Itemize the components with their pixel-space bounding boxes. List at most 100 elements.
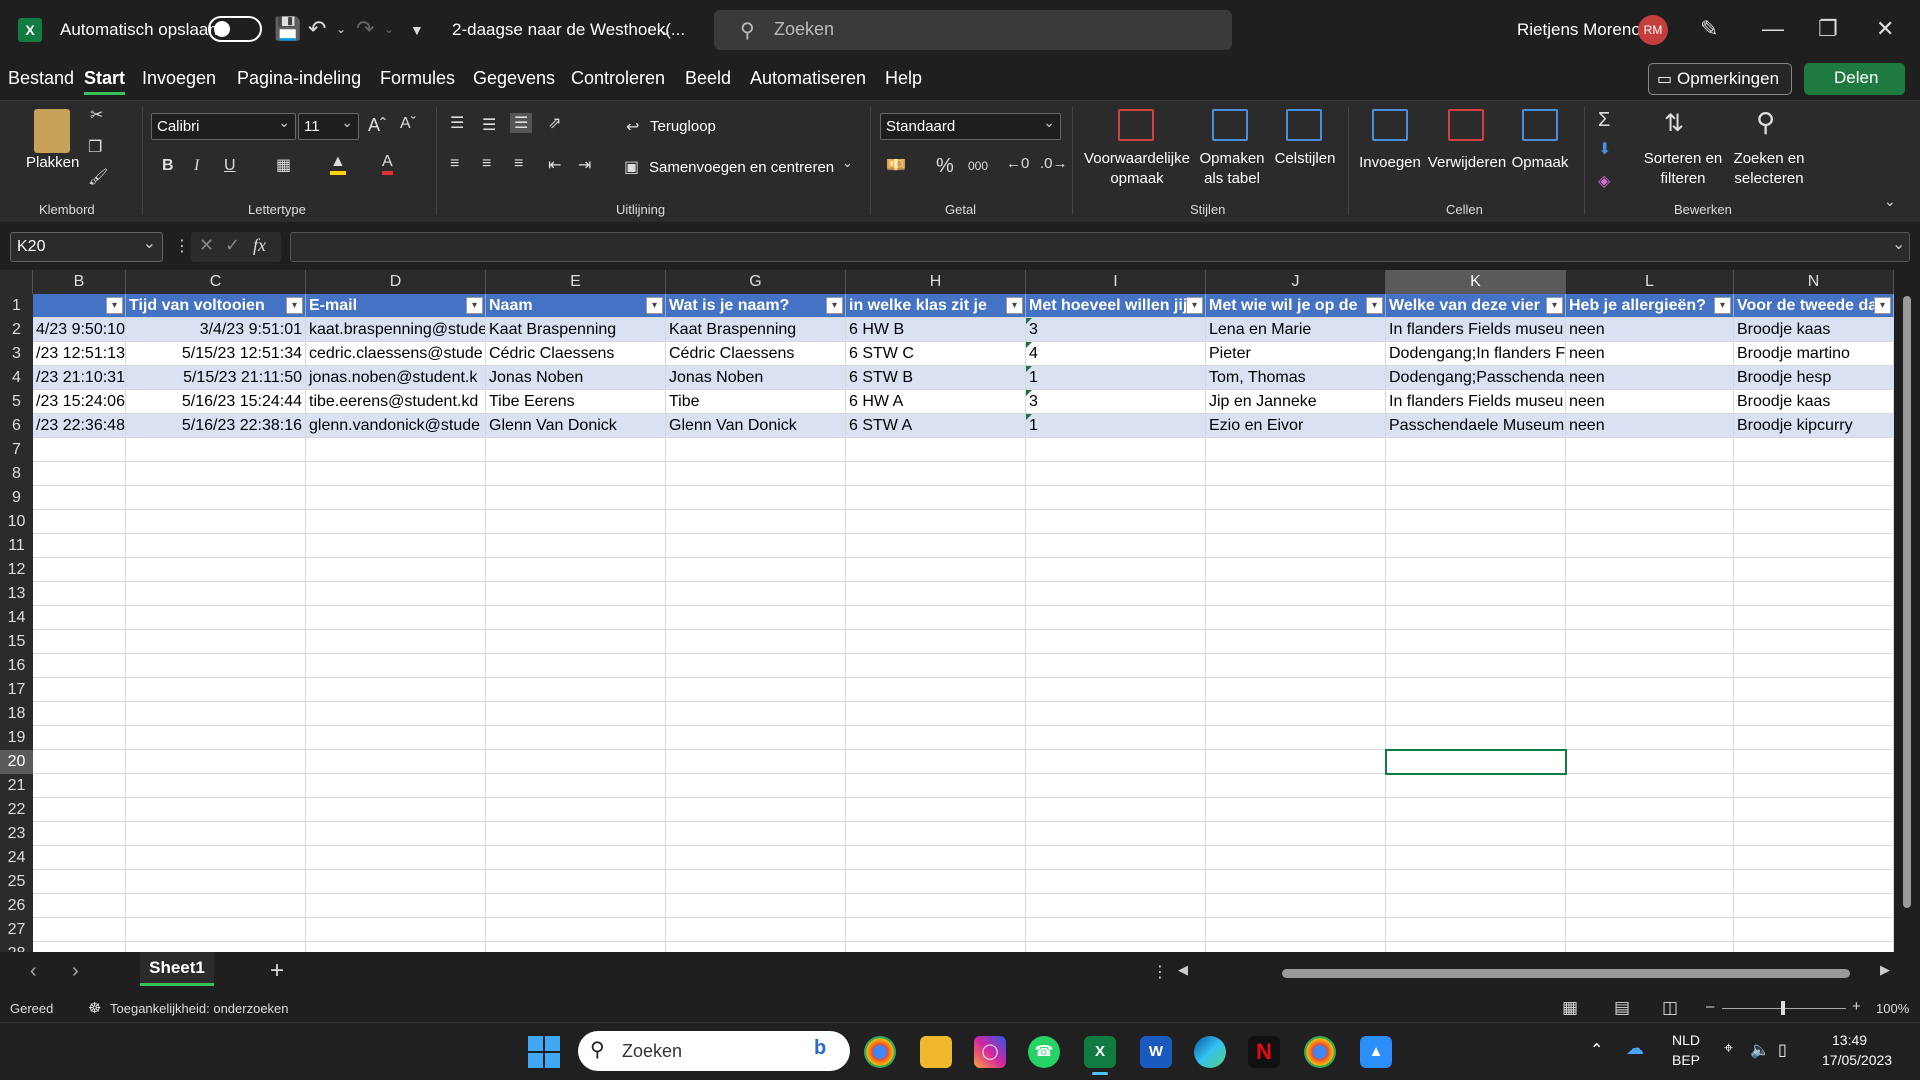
table-header-cell[interactable]: Heb je allergieën? ▾ (1566, 294, 1734, 318)
table-cell[interactable]: Broodje martino (1734, 342, 1894, 366)
chrome-profile-icon[interactable] (1304, 1036, 1336, 1068)
empty-cell[interactable] (846, 558, 1026, 582)
empty-cell[interactable] (846, 918, 1026, 942)
empty-cell[interactable] (126, 750, 306, 774)
empty-cell[interactable] (1566, 846, 1734, 870)
empty-cell[interactable] (846, 942, 1026, 952)
clear-icon[interactable]: ◈ (1598, 171, 1610, 191)
empty-cell[interactable] (1386, 438, 1566, 462)
table-cell[interactable]: Ezio en Eivor (1206, 414, 1386, 438)
row-header-14[interactable]: 14 (0, 606, 33, 630)
empty-cell[interactable] (1026, 774, 1206, 798)
find-select-button[interactable]: Zoeken en selecteren (1726, 149, 1812, 189)
empty-cell[interactable] (33, 726, 126, 750)
empty-cell[interactable] (126, 774, 306, 798)
empty-cell[interactable] (1206, 774, 1386, 798)
empty-cell[interactable] (486, 654, 666, 678)
font-color-icon[interactable]: A (382, 153, 393, 175)
empty-cell[interactable] (306, 558, 486, 582)
empty-cell[interactable] (1566, 534, 1734, 558)
empty-cell[interactable] (306, 606, 486, 630)
table-cell[interactable]: Jonas Noben (666, 366, 846, 390)
cell-styles-icon[interactable] (1286, 109, 1322, 141)
empty-cell[interactable] (1206, 870, 1386, 894)
row-header-6[interactable]: 6 (0, 414, 33, 438)
filter-dropdown-icon[interactable]: ▾ (286, 297, 303, 314)
empty-cell[interactable] (846, 510, 1026, 534)
align-top-icon[interactable]: ☰ (450, 113, 464, 133)
empty-cell[interactable] (666, 702, 846, 726)
empty-cell[interactable] (1206, 558, 1386, 582)
cut-icon[interactable]: ✂ (90, 105, 103, 125)
empty-cell[interactable] (846, 582, 1026, 606)
empty-cell[interactable] (33, 870, 126, 894)
empty-cell[interactable] (1734, 942, 1894, 952)
empty-cell[interactable] (846, 462, 1026, 486)
empty-cell[interactable] (1566, 558, 1734, 582)
enter-icon[interactable]: ✓ (225, 235, 240, 256)
empty-cell[interactable] (306, 534, 486, 558)
table-header-cell[interactable]: Wat is je naam? ▾ (666, 294, 846, 318)
empty-cell[interactable] (1734, 654, 1894, 678)
font-size-select[interactable]: 11 (298, 113, 359, 140)
empty-cell[interactable] (1734, 462, 1894, 486)
customize-toolbar-icon[interactable]: ▼ (410, 22, 424, 38)
zoom-level[interactable]: 100% (1876, 1001, 1909, 1016)
empty-cell[interactable] (666, 534, 846, 558)
borders-icon[interactable]: ▦ (276, 155, 291, 175)
empty-cell[interactable] (306, 846, 486, 870)
insert-cells-icon[interactable] (1372, 109, 1408, 141)
empty-cell[interactable] (486, 918, 666, 942)
row-header-3[interactable]: 3 (0, 342, 33, 366)
tray-chevron-icon[interactable]: ⌃ (1590, 1040, 1603, 1060)
empty-cell[interactable] (1026, 822, 1206, 846)
row-header-16[interactable]: 16 (0, 654, 33, 678)
empty-cell[interactable] (1386, 846, 1566, 870)
empty-cell[interactable] (486, 534, 666, 558)
table-cell[interactable]: Tom, Thomas (1206, 366, 1386, 390)
empty-cell[interactable] (1206, 678, 1386, 702)
conditional-formatting-icon[interactable] (1118, 109, 1154, 141)
column-header-c[interactable]: C (126, 270, 306, 294)
empty-cell[interactable] (1566, 798, 1734, 822)
empty-cell[interactable] (666, 798, 846, 822)
empty-cell[interactable] (666, 606, 846, 630)
empty-cell[interactable] (1566, 822, 1734, 846)
empty-cell[interactable] (306, 630, 486, 654)
empty-cell[interactable] (1566, 510, 1734, 534)
table-cell[interactable]: 5/15/23 12:51:34 (126, 342, 306, 366)
empty-cell[interactable] (126, 726, 306, 750)
empty-cell[interactable] (306, 918, 486, 942)
empty-cell[interactable] (1206, 918, 1386, 942)
column-header-n[interactable]: N (1734, 270, 1894, 294)
decrease-font-icon[interactable]: Aˇ (400, 115, 416, 133)
empty-cell[interactable] (33, 798, 126, 822)
next-sheet-icon[interactable]: › (72, 960, 79, 983)
empty-cell[interactable] (486, 726, 666, 750)
save-icon[interactable]: 💾 (274, 16, 301, 42)
autosum-icon[interactable]: Σ (1598, 109, 1610, 132)
empty-cell[interactable] (1734, 558, 1894, 582)
column-header-d[interactable]: D (306, 270, 486, 294)
empty-cell[interactable] (33, 534, 126, 558)
filter-dropdown-icon[interactable]: ▾ (1186, 297, 1203, 314)
empty-cell[interactable] (1386, 534, 1566, 558)
empty-cell[interactable] (1734, 918, 1894, 942)
avatar[interactable]: RM (1638, 15, 1668, 45)
more-options-icon[interactable]: ⋮ (1152, 962, 1168, 982)
empty-cell[interactable] (1734, 630, 1894, 654)
delete-cells-icon[interactable] (1448, 109, 1484, 141)
empty-cell[interactable] (486, 582, 666, 606)
empty-cell[interactable] (1026, 894, 1206, 918)
empty-cell[interactable] (1206, 510, 1386, 534)
table-cell[interactable]: Lena en Marie (1206, 318, 1386, 342)
empty-cell[interactable] (846, 750, 1026, 774)
empty-cell[interactable] (666, 918, 846, 942)
sort-filter-button[interactable]: Sorteren en filteren (1640, 149, 1726, 189)
row-header-12[interactable]: 12 (0, 558, 33, 582)
fill-color-icon[interactable]: ▲ (330, 153, 346, 175)
empty-cell[interactable] (1566, 438, 1734, 462)
table-cell[interactable]: Dodengang;Passchenda (1386, 366, 1566, 390)
file-explorer-icon[interactable] (920, 1036, 952, 1068)
photos-icon[interactable]: ▲ (1360, 1036, 1392, 1068)
